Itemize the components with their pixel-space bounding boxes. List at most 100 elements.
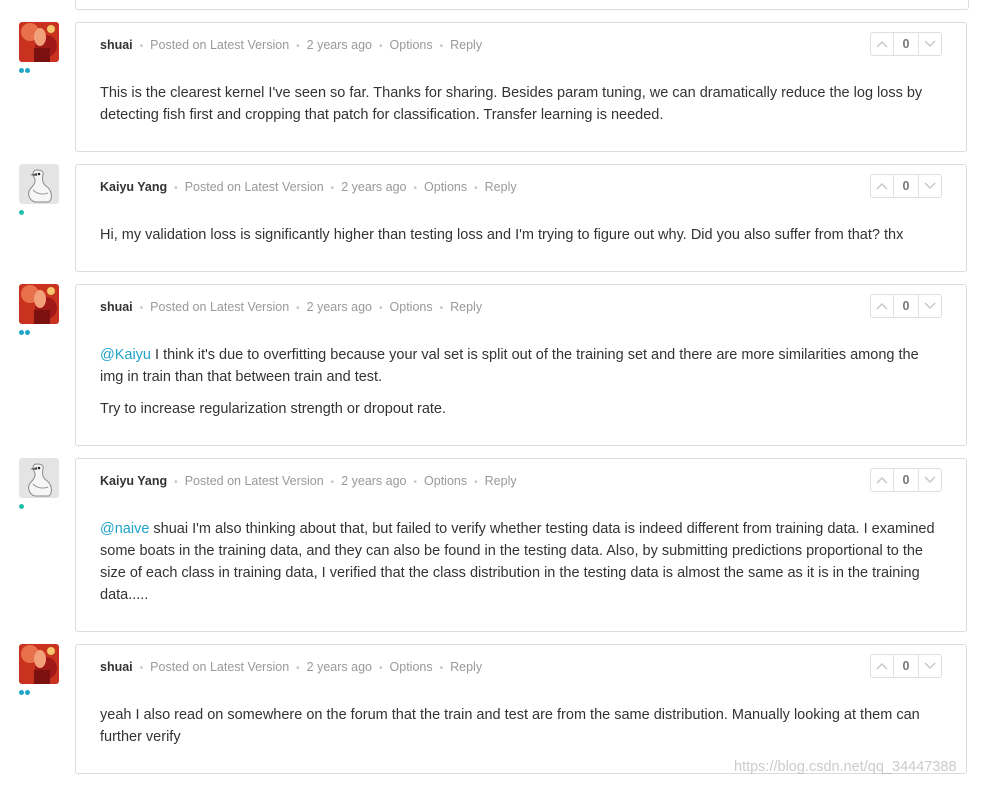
chevron-down-icon xyxy=(924,302,936,310)
vote-widget: 0 xyxy=(870,174,942,198)
timestamp[interactable]: 2 years ago xyxy=(307,300,372,314)
author-name[interactable]: shuai xyxy=(100,38,133,52)
downvote-button[interactable] xyxy=(919,295,941,317)
separator-dot: • xyxy=(139,303,144,314)
chevron-down-icon xyxy=(924,662,936,670)
separator-dot: • xyxy=(296,303,300,314)
user-mention-link[interactable]: @naive xyxy=(100,521,149,537)
avatar[interactable] xyxy=(19,644,59,684)
options-link[interactable]: Options xyxy=(424,474,467,488)
avatar[interactable] xyxy=(19,164,59,204)
timestamp[interactable]: 2 years ago xyxy=(341,180,406,194)
chevron-up-icon xyxy=(876,182,888,190)
upvote-button[interactable] xyxy=(871,655,893,677)
vote-count: 0 xyxy=(893,33,919,55)
timestamp[interactable]: 2 years ago xyxy=(341,474,406,488)
vote-widget: 0 xyxy=(870,32,942,56)
avatar[interactable] xyxy=(19,22,59,62)
downvote-button[interactable] xyxy=(919,33,941,55)
reply-link[interactable]: Reply xyxy=(450,660,482,674)
downvote-button[interactable] xyxy=(919,469,941,491)
comment-text: Try to increase regularization strength … xyxy=(100,401,447,417)
downvote-button[interactable] xyxy=(919,175,941,197)
options-link[interactable]: Options xyxy=(424,180,467,194)
timestamp[interactable]: 2 years ago xyxy=(307,38,372,52)
vote-count: 0 xyxy=(893,295,919,317)
author-name[interactable]: shuai xyxy=(100,660,133,674)
comment-paragraph: yeah I also read on somewhere on the for… xyxy=(100,704,942,748)
chevron-up-icon xyxy=(876,476,888,484)
avatar[interactable] xyxy=(19,458,59,498)
chevron-down-icon xyxy=(924,476,936,484)
vote-count: 0 xyxy=(893,175,919,197)
separator-dot: • xyxy=(139,41,144,52)
author-name[interactable]: shuai xyxy=(100,300,133,314)
comment-meta: Kaiyu Yang • Posted on Latest Version • 2 ye… xyxy=(100,474,517,490)
separator-dot: • xyxy=(330,477,335,488)
comment-card: shuai • Posted on Latest Version • 2 years a… xyxy=(75,284,967,446)
author-name[interactable]: Kaiyu Yang xyxy=(100,180,167,194)
separator-dot: • xyxy=(379,303,383,314)
reply-link[interactable]: Reply xyxy=(450,300,482,314)
comment-paragraph: Hi, my validation loss is significantly … xyxy=(100,224,942,246)
upvote-button[interactable] xyxy=(871,295,893,317)
comment-card: shuai • Posted on Latest Version • 2 years a… xyxy=(75,22,967,152)
separator-dot: • xyxy=(439,663,444,674)
options-link[interactable]: Options xyxy=(390,300,433,314)
vote-count: 0 xyxy=(893,655,919,677)
vote-widget: 0 xyxy=(870,654,942,678)
avatar[interactable] xyxy=(19,284,59,324)
separator-dot: • xyxy=(296,41,300,52)
comment-body: Hi, my validation loss is significantly … xyxy=(100,224,942,256)
comment-meta: Kaiyu Yang • Posted on Latest Version • 2 ye… xyxy=(100,180,517,196)
comment-paragraph: @naive shuai I'm also thinking about tha… xyxy=(100,518,942,606)
upvote-button[interactable] xyxy=(871,469,893,491)
watermark: https://blog.csdn.net/qq_34447388 xyxy=(734,759,957,775)
vote-widget: 0 xyxy=(870,468,942,492)
comment-text: This is the clearest kernel I've seen so… xyxy=(100,85,923,123)
comment-card: shuai • Posted on Latest Version • 2 years a… xyxy=(75,644,967,774)
comment-body: yeah I also read on somewhere on the for… xyxy=(100,704,942,758)
separator-dot: • xyxy=(439,41,444,52)
author-name[interactable]: Kaiyu Yang xyxy=(100,474,167,488)
goose-avatar-icon xyxy=(19,458,59,498)
separator-dot: • xyxy=(413,183,418,194)
options-link[interactable]: Options xyxy=(390,660,433,674)
separator-dot: • xyxy=(379,663,383,674)
timestamp[interactable]: 2 years ago xyxy=(307,660,372,674)
comment-body: This is the clearest kernel I've seen so… xyxy=(100,82,942,136)
upvote-button[interactable] xyxy=(871,175,893,197)
reply-link[interactable]: Reply xyxy=(485,474,517,488)
comment-text: yeah I also read on somewhere on the for… xyxy=(100,707,920,745)
chevron-up-icon xyxy=(876,40,888,48)
upvote-button[interactable] xyxy=(871,33,893,55)
separator-dot: • xyxy=(474,183,478,194)
photo-avatar-icon xyxy=(19,284,59,324)
separator-dot: • xyxy=(413,477,418,488)
comment-text: Hi, my validation loss is significantly … xyxy=(100,227,904,243)
vote-count: 0 xyxy=(893,469,919,491)
separator-dot: • xyxy=(174,183,178,194)
comment-paragraph: @Kaiyu I think it's due to overfitting b… xyxy=(100,344,942,388)
separator-dot: • xyxy=(174,477,178,488)
separator-dot: • xyxy=(296,663,300,674)
chevron-up-icon xyxy=(876,302,888,310)
chevron-down-icon xyxy=(924,182,936,190)
comment-body: @naive shuai I'm also thinking about tha… xyxy=(100,518,942,616)
separator-dot: • xyxy=(379,41,383,52)
reply-link[interactable]: Reply xyxy=(485,180,517,194)
comment-card: Kaiyu Yang • Posted on Latest Version • 2 ye… xyxy=(75,164,967,272)
chevron-down-icon xyxy=(924,40,936,48)
photo-avatar-icon xyxy=(19,22,59,62)
comment-meta: shuai • Posted on Latest Version • 2 years a… xyxy=(100,38,482,54)
downvote-button[interactable] xyxy=(919,655,941,677)
posted-on: Posted on Latest Version xyxy=(184,180,324,194)
goose-avatar-icon xyxy=(19,164,59,204)
options-link[interactable]: Options xyxy=(390,38,433,52)
comment-body: @Kaiyu I think it's due to overfitting b… xyxy=(100,344,942,430)
comment-meta: shuai • Posted on Latest Version • 2 years a… xyxy=(100,300,482,316)
user-mention-link[interactable]: @Kaiyu xyxy=(100,347,151,363)
comment-text: I think it's due to overfitting because … xyxy=(100,347,919,385)
previous-comment-card xyxy=(75,0,969,10)
reply-link[interactable]: Reply xyxy=(450,38,482,52)
